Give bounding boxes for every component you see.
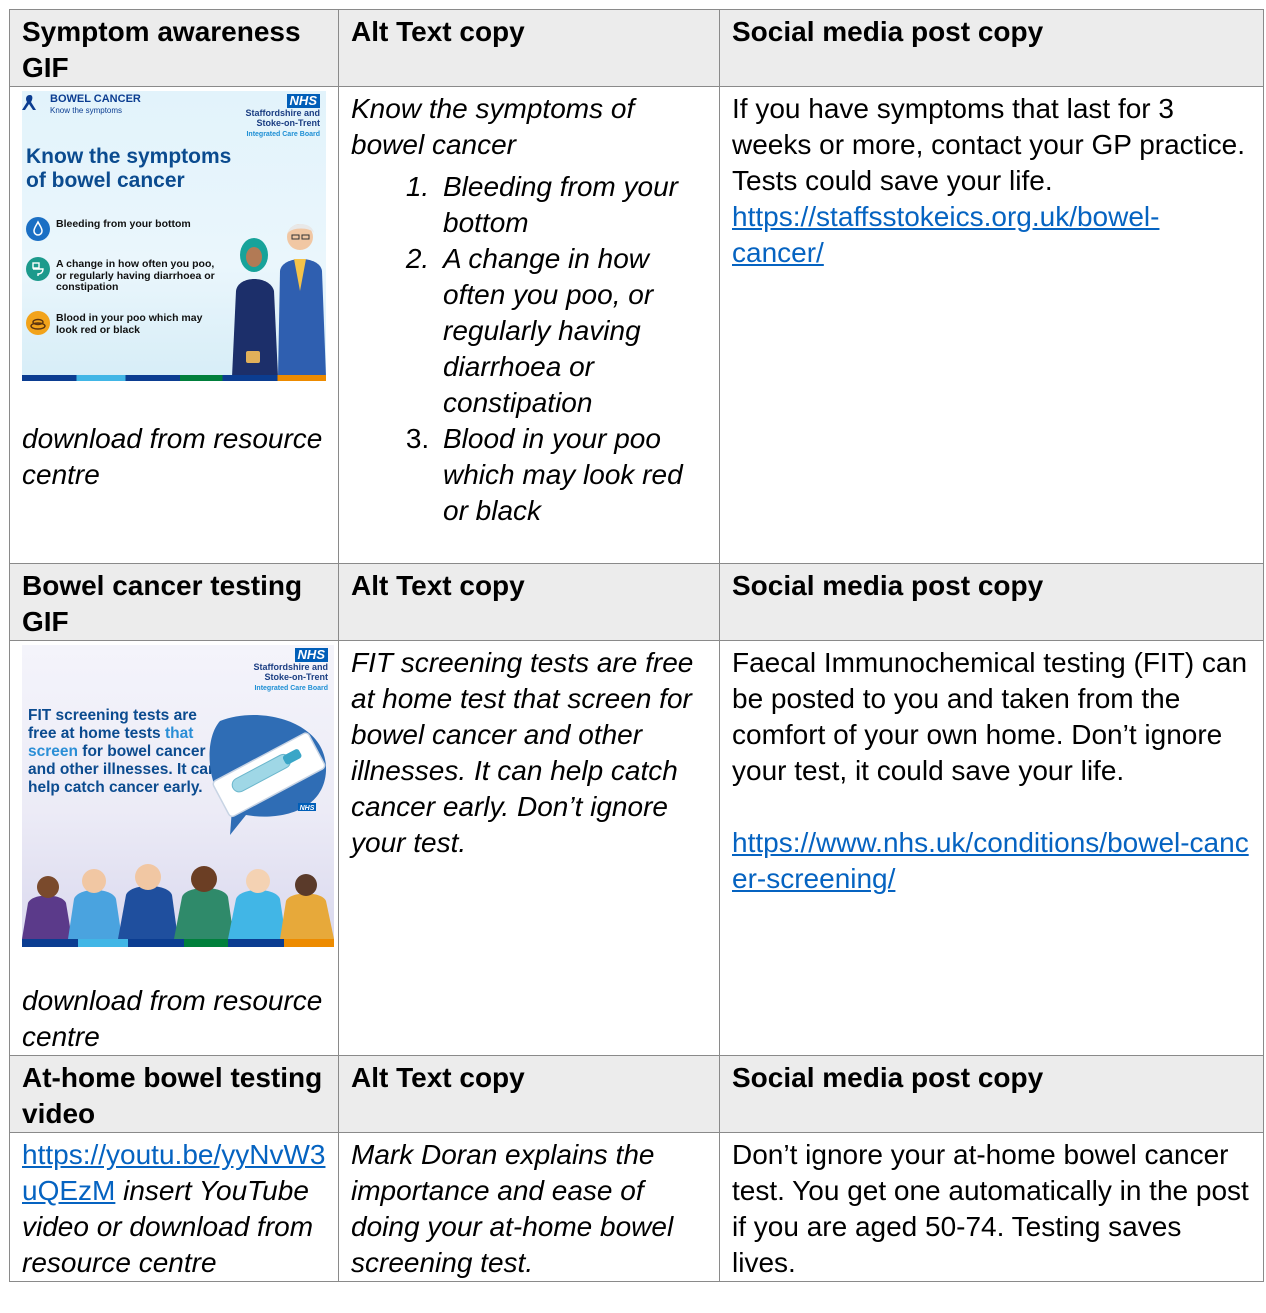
nhs-logo-icon: NHS: [286, 94, 320, 108]
graphic-message: FIT screening tests are free at home tes…: [28, 707, 218, 796]
symptom-awareness-graphic[interactable]: BOWEL CANCER Know the symptoms NHS Staff…: [22, 91, 326, 381]
post-text: If you have symptoms that last for 3 wee…: [732, 93, 1246, 196]
header-alt-text: Alt Text copy: [338, 563, 720, 641]
alt-text-intro: Know the symptoms of bowel cancer: [351, 93, 635, 160]
list-item: A change in how often you poo, or regula…: [437, 241, 707, 421]
graphic-headline: Know the symptoms of bowel cancer: [26, 145, 232, 192]
header-row-testing: Bowel cancer testing GIF Alt Text copy S…: [9, 563, 1264, 641]
campaign-assets-table: Symptom awareness GIF Alt Text copy Soci…: [9, 9, 1264, 1282]
header-post-copy: Social media post copy: [719, 563, 1264, 641]
fit-kit-illustration: NHS: [209, 715, 327, 835]
nhs-logo-icon: NHS: [294, 648, 328, 662]
header-row-video: At-home bowel testing video Alt Text cop…: [9, 1055, 1264, 1133]
post-copy-cell: If you have symptoms that last for 3 wee…: [719, 86, 1264, 564]
post-link[interactable]: https://staffsstokeics.org.uk/bowel-canc…: [732, 201, 1159, 268]
content-row-symptom: BOWEL CANCER Know the symptoms NHS Staff…: [9, 86, 1264, 564]
post-text: Faecal Immunochemical testing (FIT) can …: [732, 647, 1248, 786]
nhs-logo-block: NHS Staffordshire and Stoke-on-Trent Int…: [245, 93, 320, 138]
graphic-symptom-3: Blood in your poo which may look red or …: [26, 311, 226, 336]
header-alt-text: Alt Text copy: [338, 9, 720, 87]
alt-text-list: Bleeding from your bottom A change in ho…: [351, 169, 707, 529]
header-asset-name: Symptom awareness GIF: [9, 9, 339, 87]
group-of-people-illustration: [22, 864, 334, 939]
asset-cell: https://youtu.be/yyNvW3uQEzM insert YouT…: [9, 1132, 339, 1282]
asset-cell: BOWEL CANCER Know the symptoms NHS Staff…: [9, 86, 339, 564]
nhs-colour-stripe: [22, 375, 326, 381]
download-note: download from resource centre: [22, 985, 323, 1052]
awareness-ribbon-icon: [22, 95, 36, 110]
header-post-copy: Social media post copy: [719, 9, 1264, 87]
alt-text-cell: Know the symptoms of bowel cancer Bleedi…: [338, 86, 720, 564]
header-row-symptom: Symptom awareness GIF Alt Text copy Soci…: [9, 9, 1264, 87]
content-row-testing: NHS Staffordshire and Stoke-on-Trent Int…: [9, 640, 1264, 1056]
nhs-logo-block: NHS Staffordshire and Stoke-on-Trent Int…: [253, 647, 328, 692]
asset-cell: NHS Staffordshire and Stoke-on-Trent Int…: [9, 640, 339, 1056]
header-asset-name: Bowel cancer testing GIF: [9, 563, 339, 641]
content-row-video: https://youtu.be/yyNvW3uQEzM insert YouT…: [9, 1132, 1264, 1282]
header-alt-text: Alt Text copy: [338, 1055, 720, 1133]
graphic-symptom-1: Bleeding from your bottom: [26, 217, 226, 241]
post-copy-cell: Don’t ignore your at-home bowel cancer t…: [719, 1132, 1264, 1282]
list-item: Bleeding from your bottom: [437, 169, 707, 241]
kit-nhs-logo: NHS: [300, 805, 315, 812]
people-illustration: [232, 224, 326, 377]
post-copy-cell: Faecal Immunochemical testing (FIT) can …: [719, 640, 1264, 1056]
graphic-symptom-2: A change in how often you poo, or regula…: [26, 257, 226, 294]
header-post-copy: Social media post copy: [719, 1055, 1264, 1133]
stool-icon: [26, 311, 50, 335]
nhs-colour-stripe: [22, 939, 334, 947]
post-link[interactable]: https://www.nhs.uk/conditions/bowel-canc…: [732, 827, 1249, 894]
droplet-icon: [26, 217, 50, 241]
brand-title: BOWEL CANCER Know the symptoms: [50, 93, 141, 115]
header-asset-name: At-home bowel testing video: [9, 1055, 339, 1133]
list-item: Blood in your poo which may look red or …: [437, 421, 707, 529]
download-note: download from resource centre: [22, 423, 323, 490]
alt-text-cell: Mark Doran explains the importance and e…: [338, 1132, 720, 1282]
fit-testing-graphic[interactable]: NHS Staffordshire and Stoke-on-Trent Int…: [22, 645, 334, 947]
alt-text-cell: FIT screening tests are free at home tes…: [338, 640, 720, 1056]
toilet-icon: [26, 257, 50, 281]
